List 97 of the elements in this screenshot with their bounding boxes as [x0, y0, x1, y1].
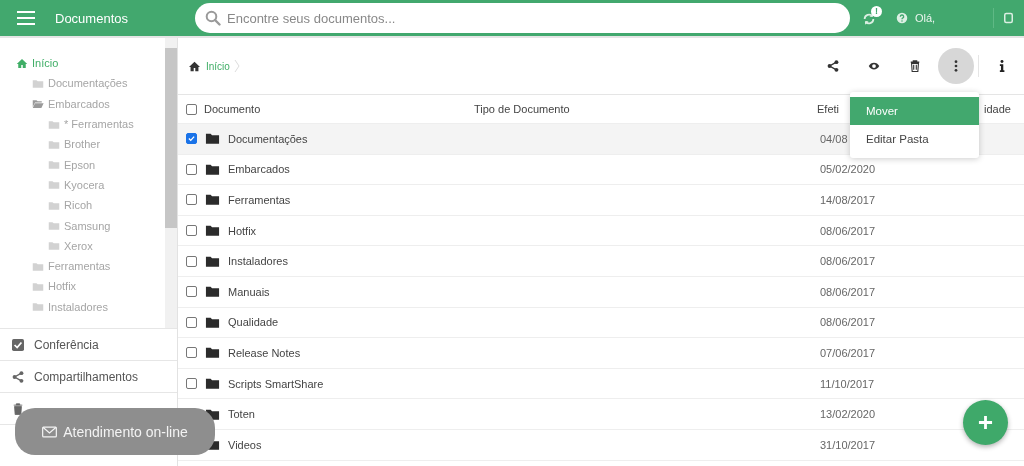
column-header[interactable]: idade	[984, 103, 1011, 115]
table-cell: 14/08/2017	[820, 194, 876, 206]
folder-icon	[205, 285, 220, 299]
home-icon[interactable]	[188, 60, 201, 72]
tree-item[interactable]: Kyocera	[0, 174, 165, 196]
sidebar-link[interactable]: Compartilhamentos	[34, 369, 139, 384]
tree-item[interactable]: * Ferramentas	[0, 113, 165, 135]
table-cell: 07/06/2017	[820, 346, 876, 359]
notification-badge: !	[871, 6, 882, 17]
table-cell: 05/02/2020	[820, 163, 876, 176]
plus-icon	[978, 415, 993, 430]
folder-icon	[32, 77, 44, 89]
table-cell: 11/10/2017	[820, 377, 875, 390]
tree-item[interactable]: Ricoh	[0, 195, 165, 216]
sync-icon[interactable]	[862, 12, 876, 26]
tree-item[interactable]: Início	[0, 53, 165, 74]
table-cell: 04/08	[820, 132, 848, 145]
tree-item[interactable]: Ferramentas	[0, 255, 165, 277]
table-cell: 13/02/2020	[820, 408, 876, 421]
breadcrumb-link[interactable]: Início	[206, 60, 230, 72]
table-cell: Embarcados	[228, 163, 290, 176]
folder-icon	[32, 301, 44, 313]
folder-icon	[48, 159, 60, 171]
select-all-checkbox[interactable]	[186, 103, 197, 115]
tree-item[interactable]: Embarcados	[0, 93, 165, 114]
folder-icon	[32, 98, 44, 110]
row-checkbox[interactable]	[186, 194, 197, 206]
trash-icon[interactable]	[12, 402, 24, 415]
menu-item[interactable]: Editar Pasta	[850, 125, 979, 153]
folder-icon	[48, 179, 60, 191]
tree-item[interactable]: Brother	[0, 134, 165, 155]
folder-icon	[48, 199, 60, 211]
help-icon[interactable]	[896, 12, 908, 24]
folder-icon	[205, 132, 220, 146]
table-cell: Manuais	[228, 285, 270, 298]
search-field[interactable]: Encontre seus documentos...	[195, 3, 850, 33]
tree-item[interactable]: Xerox	[0, 235, 165, 256]
table-cell: Videos	[228, 438, 262, 451]
table-cell: 08/06/2017	[820, 316, 876, 329]
folder-icon	[48, 118, 60, 130]
folder-icon	[205, 346, 220, 360]
row-checkbox[interactable]	[186, 255, 197, 267]
row-checkbox[interactable]	[186, 163, 197, 175]
folder-icon	[32, 260, 44, 272]
folder-icon	[205, 377, 220, 391]
folder-icon	[48, 240, 60, 252]
trash-icon	[909, 60, 921, 72]
table-cell: Scripts SmartShare	[228, 377, 324, 390]
folder-icon	[205, 193, 220, 207]
row-checkbox[interactable]	[186, 133, 197, 145]
folder-icon	[48, 138, 60, 150]
folder-icon	[205, 224, 220, 238]
column-header[interactable]: Tipo de Documento	[474, 103, 817, 115]
logout-icon[interactable]	[1004, 12, 1013, 24]
sidebar-link[interactable]: Conferência	[34, 337, 99, 352]
folder-icon	[205, 162, 220, 176]
table-cell: Qualidade	[228, 316, 279, 329]
chat-button[interactable]: Atendimento on-line	[15, 408, 215, 455]
table-cell: 08/06/2017	[820, 224, 876, 237]
share-icon[interactable]	[12, 370, 24, 383]
table-cell: Documentações	[228, 132, 308, 145]
folder-icon	[205, 315, 220, 329]
table-cell: Toten	[228, 408, 255, 421]
tree-item[interactable]: Instaladores	[0, 296, 165, 317]
search-icon	[205, 10, 221, 26]
envelope-icon	[42, 425, 58, 438]
menu-icon[interactable]	[17, 11, 35, 25]
tree-item[interactable]: Documentações	[0, 73, 165, 94]
row-checkbox[interactable]	[186, 316, 197, 328]
folder-icon	[205, 254, 220, 268]
add-button[interactable]	[963, 400, 1008, 445]
folder-icon	[48, 220, 60, 231]
table-cell: 08/06/2017	[820, 285, 876, 298]
tree-item[interactable]: Hotfix	[0, 276, 165, 297]
row-checkbox[interactable]	[186, 225, 197, 237]
table-cell: Release Notes	[228, 346, 301, 359]
scrollbar[interactable]	[165, 38, 177, 328]
table-cell: Hotfix	[228, 224, 257, 237]
eye-icon	[868, 60, 880, 72]
checkbox-icon[interactable]	[12, 338, 24, 351]
row-checkbox[interactable]	[186, 347, 197, 359]
home-icon	[16, 57, 28, 69]
folder-icon	[32, 280, 44, 292]
share-icon	[827, 60, 839, 72]
tree-item[interactable]: Samsung	[0, 215, 165, 236]
menu-item[interactable]: Mover	[850, 97, 979, 125]
app-title: Documentos	[55, 10, 129, 26]
table-cell: 31/10/2017	[820, 438, 876, 451]
greeting: Olá,	[915, 12, 937, 24]
row-checkbox[interactable]	[186, 286, 197, 298]
table-cell: Ferramentas	[228, 194, 291, 206]
row-checkbox[interactable]	[186, 378, 197, 390]
table-cell: Instaladores	[228, 255, 288, 268]
table-cell: 08/06/2017	[820, 255, 876, 268]
tree-item[interactable]: Epson	[0, 154, 165, 175]
column-header[interactable]: Documento	[204, 103, 474, 115]
chevron-icon	[233, 59, 240, 73]
